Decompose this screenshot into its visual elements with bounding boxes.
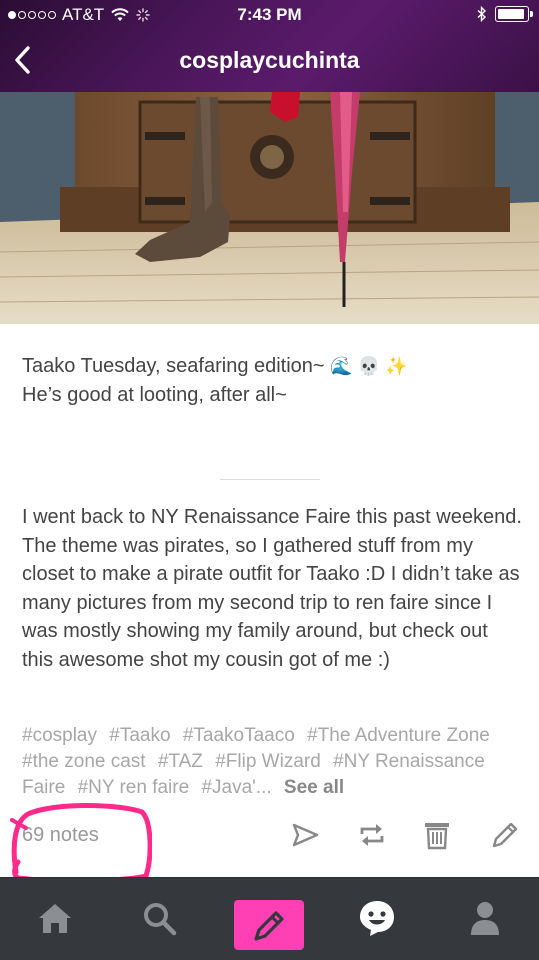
status-time: 7:43 PM <box>237 5 302 24</box>
caption-line-1: Taako Tuesday, seafaring edition~ <box>22 355 325 377</box>
battery-fill <box>498 9 524 19</box>
blog-title[interactable]: cosplaycuchinta <box>0 47 539 74</box>
tag-link[interactable]: #the zone cast <box>22 751 146 772</box>
tag-link[interactable]: #Java'... <box>201 777 271 798</box>
post-caption: Taako Tuesday, seafaring edition~ 🌊 💀 ✨ … <box>22 352 522 410</box>
post-actions: 69 notes <box>0 808 539 864</box>
delete-icon[interactable] <box>420 818 454 852</box>
app-header: AT&T 7:43 PM cosplaycuchinta <box>0 0 539 92</box>
account-icon[interactable] <box>465 898 505 938</box>
home-icon[interactable] <box>35 898 75 938</box>
tag-list: #cosplay #Taako #TaakoTaaco #The Adventu… <box>22 723 522 801</box>
reblog-icon[interactable] <box>355 818 389 852</box>
edit-icon[interactable] <box>488 818 522 852</box>
battery-icon <box>495 6 533 22</box>
share-icon[interactable] <box>288 818 322 852</box>
tag-link[interactable]: #The Adventure Zone <box>307 725 490 746</box>
caption-emojis: 🌊 💀 ✨ <box>330 356 408 376</box>
tag-link[interactable]: #Flip Wizard <box>215 751 321 772</box>
search-icon[interactable] <box>139 898 179 938</box>
see-all-tags-link[interactable]: See all <box>284 777 344 798</box>
divider <box>220 479 320 480</box>
post-body: I went back to NY Renaissance Faire this… <box>22 506 522 671</box>
notes-count[interactable]: 69 notes <box>22 824 99 847</box>
status-bar: AT&T 7:43 PM <box>0 0 539 30</box>
activity-icon[interactable] <box>357 898 397 938</box>
tag-link[interactable]: #NY ren faire <box>78 777 190 798</box>
compose-icon <box>254 911 284 941</box>
tag-link[interactable]: #Taako <box>109 725 170 746</box>
post-photo[interactable] <box>0 92 539 324</box>
tab-bar <box>0 877 539 960</box>
status-right <box>477 6 533 22</box>
tag-link[interactable]: #TAZ <box>158 751 203 772</box>
caption-block: Taako Tuesday, seafaring edition~ 🌊 💀 ✨ … <box>22 352 522 410</box>
photo-illustration <box>0 92 539 324</box>
tag-link[interactable]: #cosplay <box>22 725 97 746</box>
compose-button[interactable] <box>234 900 304 950</box>
bluetooth-icon <box>477 6 487 22</box>
tag-link[interactable]: #TaakoTaaco <box>183 725 295 746</box>
caption-line-2: He’s good at looting, after all~ <box>22 384 287 406</box>
nav-bar: cosplaycuchinta <box>0 30 539 92</box>
